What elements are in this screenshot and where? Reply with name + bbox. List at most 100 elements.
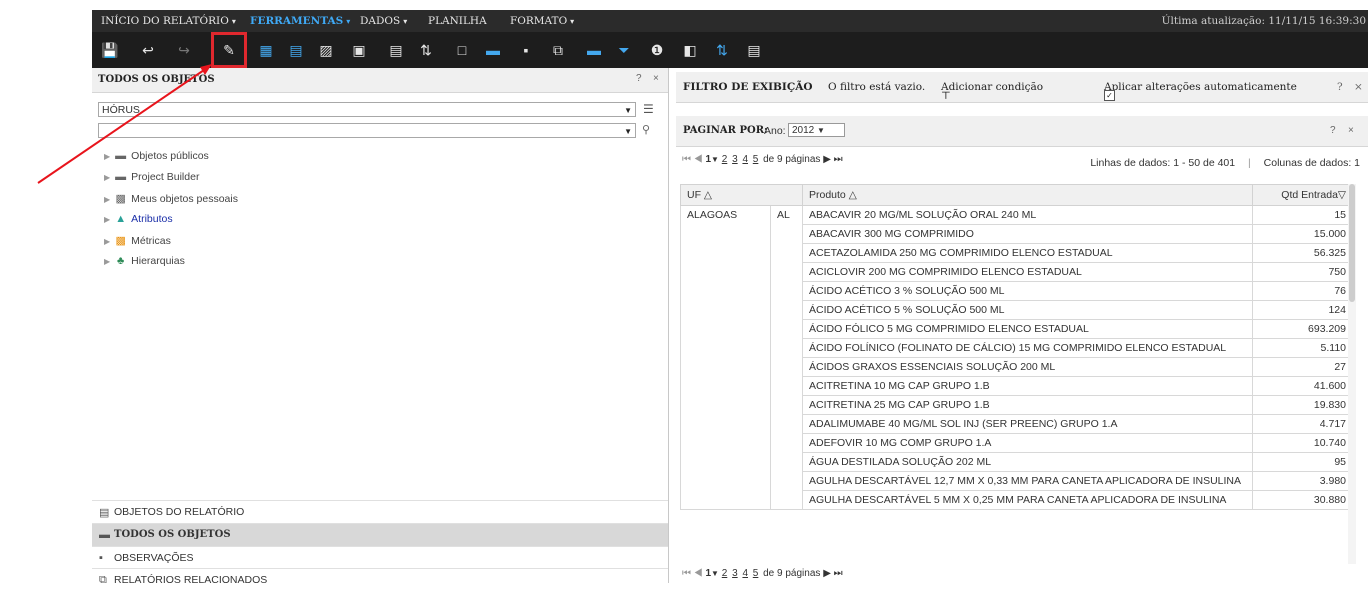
help-icon[interactable]: ? — [636, 73, 642, 84]
pivot-icon[interactable]: ⇅ — [412, 36, 440, 64]
cell-produto[interactable]: ÁCIDO FÓLICO 5 MG COMPRIMIDO ELENCO ESTA… — [802, 319, 1253, 339]
year-select[interactable]: 2012 ▼ — [788, 123, 845, 137]
page-link[interactable]: 4 — [742, 568, 748, 579]
cell-produto[interactable]: ACETAZOLAMIDA 250 MG COMPRIMIDO ELENCO E… — [802, 243, 1253, 263]
cell-qtd-entrada[interactable]: 5.110 — [1252, 338, 1353, 358]
related-icon[interactable]: ⧉ — [544, 36, 572, 64]
info-icon[interactable]: ❶ — [643, 36, 671, 64]
vertical-scrollbar[interactable] — [1348, 184, 1356, 564]
tab-report-objects[interactable]: ▤ OBJETOS DO RELATÓRIO — [92, 500, 668, 523]
list-view-icon[interactable]: ☰ — [643, 102, 654, 116]
page-icon[interactable]: ▣ — [345, 36, 373, 64]
cell-qtd-entrada[interactable]: 124 — [1252, 300, 1353, 320]
expand-icon[interactable]: ▶ — [104, 237, 110, 246]
close-icon[interactable]: × — [1354, 81, 1363, 93]
cell-produto[interactable]: ÁGUA DESTILADA SOLUÇÃO 202 ML — [802, 452, 1253, 472]
cell-produto[interactable]: AGULHA DESCARTÁVEL 5 MM X 0,25 MM PARA C… — [802, 490, 1253, 510]
sort-desc-icon[interactable]: ▽ — [1338, 189, 1346, 201]
menu-tools[interactable]: FERRAMENTAS ▾ — [250, 15, 350, 27]
cell-qtd-entrada[interactable]: 3.980 — [1252, 471, 1353, 491]
cell-qtd-entrada[interactable]: 15.000 — [1252, 224, 1353, 244]
cell-qtd-entrada[interactable]: 30.880 — [1252, 490, 1353, 510]
tab-notes[interactable]: ▪ OBSERVAÇÕES — [92, 546, 668, 569]
cell-qtd-entrada[interactable]: 95 — [1252, 452, 1353, 472]
menu-grid[interactable]: PLANILHA — [428, 15, 487, 27]
menu-data[interactable]: DADOS ▾ — [360, 15, 407, 27]
close-icon[interactable]: × — [1348, 125, 1354, 136]
expand-icon[interactable]: ▶ — [104, 215, 110, 224]
page-dropdown-icon[interactable]: ▼ — [711, 569, 719, 578]
field-list-icon[interactable]: ▤ — [740, 36, 768, 64]
page-list-icon[interactable]: □ — [448, 36, 476, 64]
help-icon[interactable]: ? — [1330, 125, 1336, 136]
insert-column-icon[interactable]: ▤ — [382, 36, 410, 64]
menu-format[interactable]: FORMATO ▾ — [510, 15, 574, 27]
cell-qtd-entrada[interactable]: 4.717 — [1252, 414, 1353, 434]
first-page-icon[interactable]: ⏮ — [682, 568, 691, 579]
expand-icon[interactable]: ▶ — [104, 257, 110, 266]
first-page-icon[interactable]: ⏮ — [682, 154, 691, 165]
page-link[interactable]: 5 — [753, 154, 759, 165]
page-link[interactable]: 3 — [732, 154, 738, 165]
page-link[interactable]: 4 — [742, 154, 748, 165]
header-qtd-entrada[interactable]: Qtd Entrada▽ — [1252, 184, 1353, 206]
last-page-icon[interactable]: ⏭ — [834, 568, 843, 579]
sort-icon[interactable]: ⇅ — [708, 36, 736, 64]
tree-item-attributes[interactable]: ▶ ▲ Atributos — [104, 213, 173, 231]
cell-produto[interactable]: AGULHA DESCARTÁVEL 12,7 MM X 0,33 MM PAR… — [802, 471, 1253, 491]
next-page-icon[interactable]: ▶ — [823, 154, 831, 165]
cell-uf-name[interactable]: ALAGOAS — [680, 205, 771, 510]
cell-produto[interactable]: ACITRETINA 25 MG CAP GRUPO 1.B — [802, 395, 1253, 415]
tree-item-hierarchies[interactable]: ▶ ♣ Hierarquias — [104, 255, 185, 273]
notes-icon[interactable]: ▪ — [512, 36, 540, 64]
cell-qtd-entrada[interactable]: 693.209 — [1252, 319, 1353, 339]
sort-asc-icon[interactable]: △ — [704, 189, 712, 201]
cell-uf-code[interactable]: AL — [770, 205, 803, 510]
page-dropdown-icon[interactable]: ▼ — [711, 155, 719, 164]
prev-page-icon[interactable]: ◀ — [694, 568, 703, 579]
cell-qtd-entrada[interactable]: 750 — [1252, 262, 1353, 282]
next-page-icon[interactable]: ▶ — [823, 568, 831, 579]
cell-produto[interactable]: ACICLOVIR 200 MG COMPRIMIDO ELENCO ESTAD… — [802, 262, 1253, 282]
tree-item-metrics[interactable]: ▶ ▩ Métricas — [104, 234, 171, 252]
cell-produto[interactable]: ABACAVIR 300 MG COMPRIMIDO — [802, 224, 1253, 244]
grid-graph-icon[interactable]: ▨ — [312, 36, 340, 64]
tab-related-reports[interactable]: ⧉ RELATÓRIOS RELACIONADOS — [92, 568, 668, 591]
page-link[interactable]: 5 — [753, 568, 759, 579]
cell-produto[interactable]: ÁCIDO ACÉTICO 5 % SOLUÇÃO 500 ML — [802, 300, 1253, 320]
cell-produto[interactable]: ÁCIDO FOLÍNICO (FOLINATO DE CÁLCIO) 15 M… — [802, 338, 1253, 358]
cell-produto[interactable]: ÁCIDO ACÉTICO 3 % SOLUÇÃO 500 ML — [802, 281, 1253, 301]
folder-icon[interactable]: ▬ — [479, 36, 507, 64]
cell-produto[interactable]: ÁCIDOS GRAXOS ESSENCIAIS SOLUÇÃO 200 ML — [802, 357, 1253, 377]
add-condition-button[interactable]: ⊤ Adicionar condição — [941, 81, 1043, 102]
cell-produto[interactable]: ABACAVIR 20 MG/ML SOLUÇÃO ORAL 240 ML — [802, 205, 1253, 225]
last-page-icon[interactable]: ⏭ — [834, 154, 843, 165]
header-uf[interactable]: UF △ — [680, 184, 803, 206]
page-link[interactable]: 2 — [722, 154, 728, 165]
cell-qtd-entrada[interactable]: 27 — [1252, 357, 1353, 377]
page-link[interactable]: 2 — [722, 568, 728, 579]
bar-chart-icon[interactable]: ▤ — [282, 36, 310, 64]
cell-produto[interactable]: ADEFOVIR 10 MG COMP GRUPO 1.A — [802, 433, 1253, 453]
sort-asc-icon[interactable]: △ — [849, 189, 857, 201]
move-icon[interactable]: ◧ — [676, 36, 704, 64]
filter-icon[interactable]: ⏷ — [610, 36, 638, 64]
scrollbar-thumb[interactable] — [1349, 184, 1355, 302]
header-produto[interactable]: Produto △ — [802, 184, 1253, 206]
cell-qtd-entrada[interactable]: 41.600 — [1252, 376, 1353, 396]
cell-qtd-entrada[interactable]: 10.740 — [1252, 433, 1353, 453]
help-icon[interactable]: ? — [1337, 81, 1343, 93]
auto-apply-checkbox[interactable]: ✓ Aplicar alterações automaticamente — [1104, 81, 1297, 101]
search-icon[interactable]: ⚲ — [642, 123, 650, 136]
page-link[interactable]: 3 — [732, 568, 738, 579]
cell-qtd-entrada[interactable]: 56.325 — [1252, 243, 1353, 263]
close-icon[interactable]: × — [653, 73, 659, 84]
prev-page-icon[interactable]: ◀ — [694, 154, 703, 165]
cell-qtd-entrada[interactable]: 76 — [1252, 281, 1353, 301]
tab-all-objects[interactable]: ▬ TODOS OS OBJETOS — [92, 523, 668, 546]
cell-produto[interactable]: ADALIMUMABE 40 MG/ML SOL INJ (SER PREENC… — [802, 414, 1253, 434]
cell-qtd-entrada[interactable]: 15 — [1252, 205, 1353, 225]
cell-produto[interactable]: ACITRETINA 10 MG CAP GRUPO 1.B — [802, 376, 1253, 396]
cell-qtd-entrada[interactable]: 19.830 — [1252, 395, 1353, 415]
section-icon[interactable]: ▬ — [580, 36, 608, 64]
